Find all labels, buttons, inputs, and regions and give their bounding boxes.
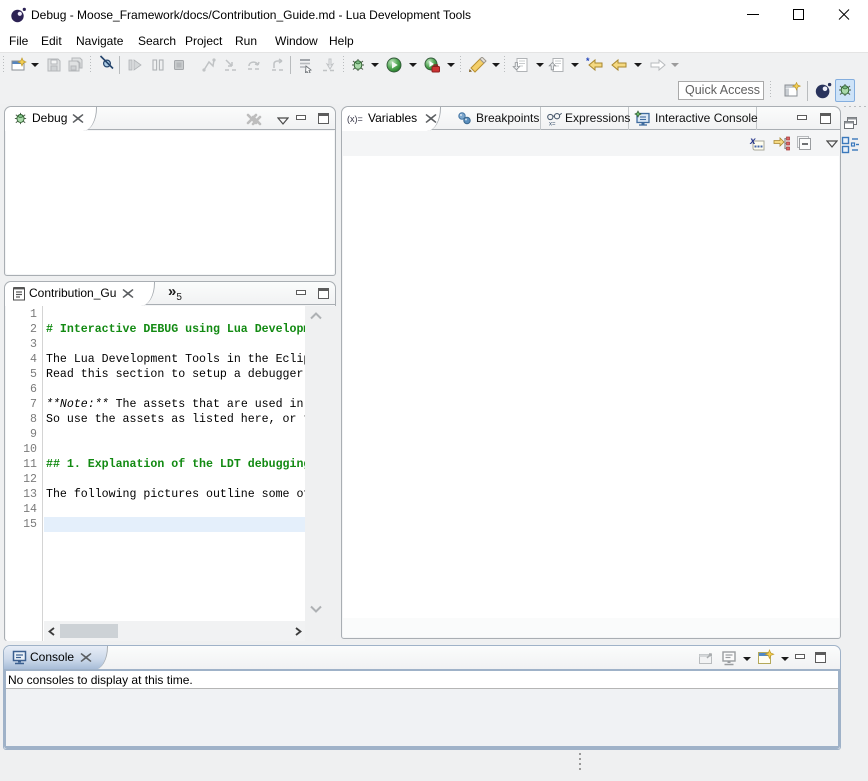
svg-text:x: x bbox=[749, 136, 756, 147]
svg-text:(x)=: (x)= bbox=[347, 114, 363, 124]
svg-text:x=: x= bbox=[549, 122, 556, 128]
svg-text:*: * bbox=[586, 57, 590, 66]
